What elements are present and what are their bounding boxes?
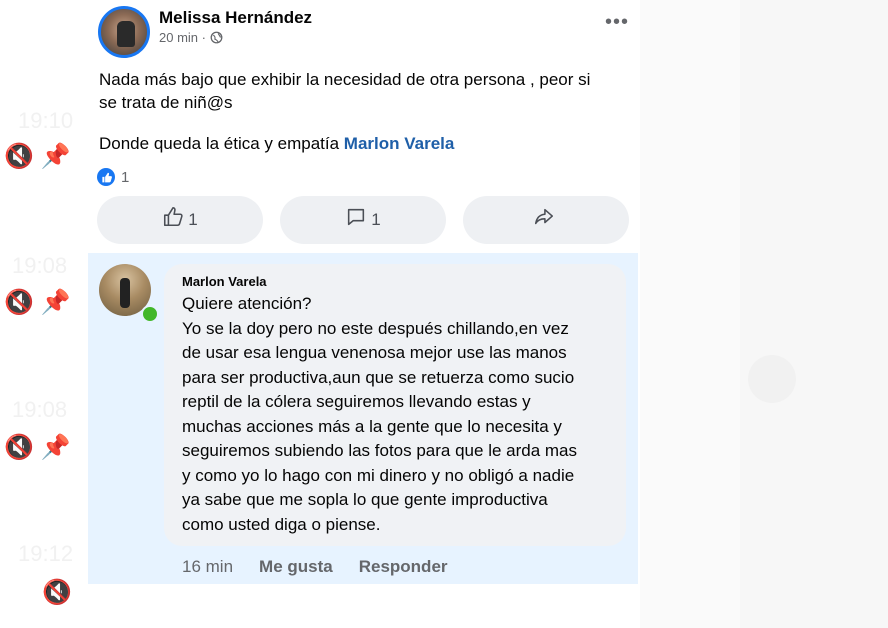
reaction-summary[interactable]: 1 — [97, 168, 129, 186]
like-reaction-icon — [97, 168, 115, 186]
comment-line: Quiere atención? — [182, 294, 312, 313]
comment-actions: 16 min Me gusta Responder — [182, 557, 474, 577]
comment-author[interactable]: Marlon Varela — [182, 274, 267, 289]
like-count: 1 — [188, 210, 198, 229]
comment-line: para ser productiva,aun que se retuerza … — [182, 367, 575, 387]
globe-icon — [210, 30, 223, 45]
comment-line: seguiremos subiendo las fotos para que l… — [182, 441, 578, 460]
post-time[interactable]: 20 min — [159, 30, 198, 45]
comment-line: de usar esa lengua venenosa mejor use la… — [182, 343, 567, 362]
post-author[interactable]: Melissa Hernández — [159, 8, 312, 28]
post-text-line: se trata de niñ@s — [99, 93, 233, 112]
comment-line: reptil de la cólera seguiremos llevando … — [182, 392, 531, 411]
comment-like-button[interactable]: Me gusta — [259, 557, 333, 577]
post-meta: 20 min · — [159, 30, 223, 45]
comment-line: Yo se la doy pero no este después chilla… — [182, 318, 569, 338]
background-mute-pin-icon: 🔇 📌 — [4, 289, 71, 316]
comment-time: 16 min — [182, 557, 234, 576]
reaction-count: 1 — [121, 168, 130, 186]
comment-icon — [345, 206, 367, 234]
comment-count: 1 — [371, 210, 381, 229]
post-text-line: Donde queda la ética y empatía Marlon Va… — [99, 132, 454, 155]
comment-line: como usted diga o piense. — [182, 514, 381, 534]
more-horizontal-icon[interactable]: ••• — [605, 11, 629, 34]
thumbs-up-icon — [162, 206, 184, 234]
online-status-dot — [141, 305, 159, 323]
comment-button[interactable]: 1 — [280, 196, 446, 244]
background-time: 19:08 — [12, 253, 68, 278]
background-mute-pin-icon: 🔇 📌 — [4, 143, 71, 170]
meta-separator: · — [201, 30, 206, 45]
comment-text: Quiere atención? Yo se la doy pero no es… — [182, 292, 622, 537]
share-icon — [533, 206, 555, 234]
comment-line: muchas acciones más a la gente que lo ne… — [182, 416, 562, 436]
background-mute-pin-icon: 🔇 📌 — [4, 434, 71, 461]
like-button[interactable]: 1 — [97, 196, 263, 244]
post-text: Donde queda la ética y empatía — [99, 134, 344, 153]
comment-reply-button[interactable]: Responder — [359, 557, 448, 577]
background-circle — [748, 355, 796, 403]
background-panel-right — [740, 0, 888, 628]
post-text-line: Nada más bajo que exhibir la necesidad d… — [99, 70, 591, 89]
comment-line: y como yo lo hago con mi dinero y no obl… — [182, 465, 575, 485]
background-time: 19:08 — [12, 397, 68, 422]
comment-line: ya sabe que me sopla lo que gente improd… — [182, 490, 548, 509]
author-avatar[interactable] — [98, 6, 150, 58]
background-time: 19:12 — [18, 541, 74, 566]
background-mute-icon: 🔇 — [42, 579, 72, 606]
background-time: 19:10 — [18, 108, 74, 133]
share-button[interactable] — [463, 196, 629, 244]
mention-link[interactable]: Marlon Varela — [344, 134, 455, 153]
